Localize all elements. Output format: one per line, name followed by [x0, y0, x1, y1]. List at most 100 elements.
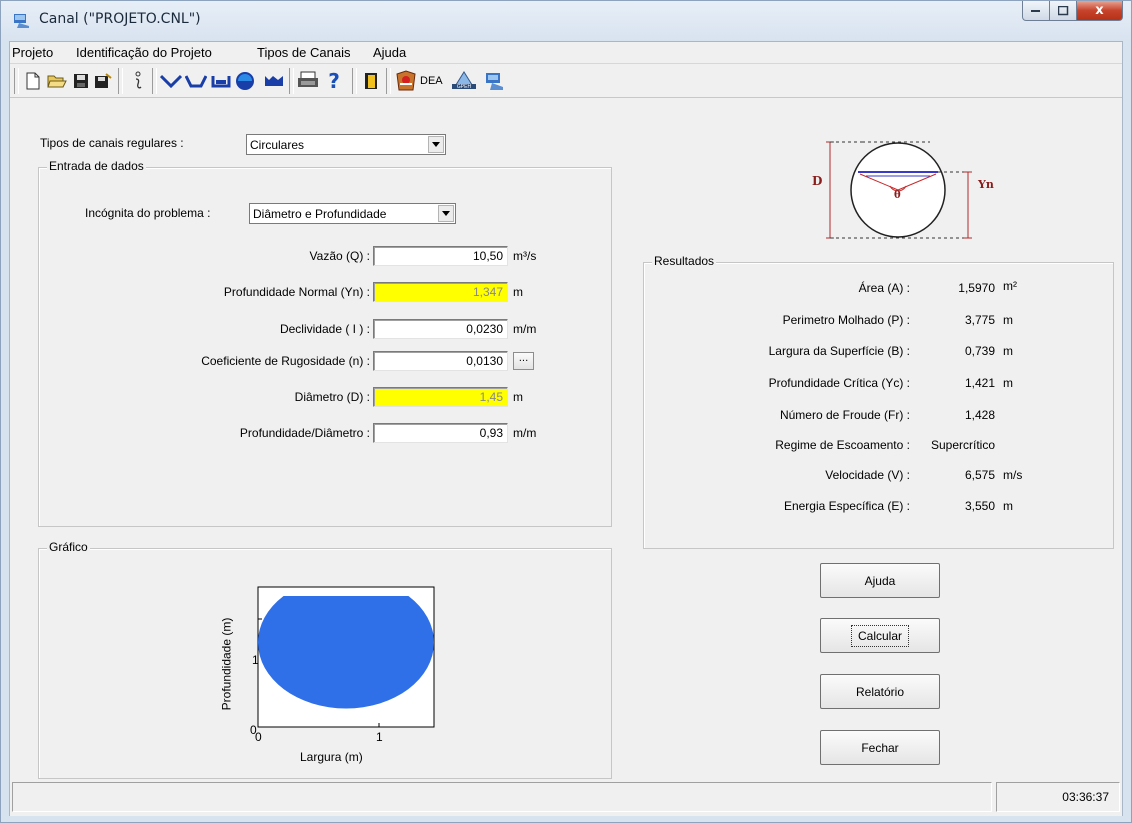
result-velocity-unit: m/s [1003, 468, 1023, 482]
results-group-title: Resultados [652, 254, 717, 268]
result-area-value: 1,5970 [958, 281, 995, 295]
app-logo-icon[interactable] [484, 70, 506, 92]
graph-group-title: Gráfico [47, 540, 90, 554]
print-icon[interactable] [297, 70, 319, 92]
result-froude-label: Número de Froude (Fr) : [779, 408, 910, 422]
result-surface-width-value: 0,739 [964, 344, 995, 358]
menu-bar: Projeto Identificação do Projeto Tipos d… [10, 42, 1122, 64]
circular-channel-icon[interactable] [234, 70, 256, 92]
result-critical-depth-unit: m [1003, 376, 1013, 390]
window-title: Canal ("PROJETO.CNL") [39, 11, 201, 27]
slope-input[interactable]: 0,0230 [373, 319, 508, 339]
roughness-label: Coeficiente de Rugosidade (n) : [201, 354, 370, 368]
slope-unit: m/m [513, 322, 537, 336]
client-area: Projeto Identificação do Projeto Tipos d… [9, 41, 1123, 816]
close-window-button[interactable]: x [1077, 1, 1123, 21]
y-axis-label: Profundidade (m) [219, 617, 234, 711]
result-froude-value: 1,428 [964, 408, 995, 422]
menu-projeto[interactable]: Projeto [12, 45, 53, 60]
help-button[interactable]: Ajuda [820, 563, 940, 598]
channel-type-value: Circulares [250, 138, 305, 152]
app-window: Canal ("PROJETO.CNL") x Projeto Identifi… [0, 0, 1132, 823]
unknown-select[interactable]: Diâmetro e Profundidade [249, 203, 456, 224]
depth-ratio-input[interactable]: 0,93 [373, 423, 508, 443]
trapezoidal-channel-icon[interactable] [185, 70, 207, 92]
toolbar-separator [386, 68, 391, 94]
app-icon [13, 12, 31, 28]
result-velocity-label: Velocidade (V) : [825, 468, 910, 482]
menu-tipos-de-canais[interactable]: Tipos de Canais [257, 45, 350, 60]
diameter-input[interactable]: 1,45 [373, 387, 508, 407]
close-button[interactable]: Fechar [820, 730, 940, 765]
channel-type-label: Tipos de canais regulares : [40, 136, 184, 150]
x-axis-label: Largura (m) [300, 750, 363, 764]
x-tick-label: 0 [255, 730, 262, 744]
result-surface-width-unit: m [1003, 344, 1013, 358]
diameter-label: Diâmetro (D) : [294, 390, 370, 404]
depth-ratio-unit: m/m [513, 426, 537, 440]
menu-ajuda[interactable]: Ajuda [373, 45, 406, 60]
exit-door-icon[interactable] [360, 70, 382, 92]
maximize-button[interactable] [1050, 1, 1077, 21]
new-file-icon[interactable] [22, 70, 44, 92]
report-button-label: Relatório [855, 684, 905, 699]
rectangular-channel-icon[interactable] [210, 70, 232, 92]
result-surface-width-label: Largura da Superfície (B) : [768, 344, 910, 358]
status-time: 03:36:37 [1062, 790, 1109, 804]
status-bar: 03:36:37 [10, 780, 1122, 816]
chevron-down-icon[interactable] [428, 136, 444, 153]
x-tick-label: 1 [376, 730, 383, 744]
result-perimeter-label: Perimetro Molhado (P) : [782, 313, 910, 327]
title-bar[interactable]: Canal ("PROJETO.CNL") x [1, 1, 1131, 41]
roughness-browse-button[interactable]: ... [513, 352, 534, 370]
info-icon[interactable] [126, 70, 148, 92]
geeh-logo-icon[interactable]: GPEH [450, 70, 478, 92]
geeh-logo-text: GPEH [457, 84, 472, 90]
diagram-label-theta: θ [894, 190, 901, 201]
normal-depth-input[interactable]: 1,347 [373, 282, 508, 302]
result-critical-depth-value: 1,421 [964, 376, 995, 390]
result-velocity-value: 6,575 [964, 468, 995, 482]
depth-ratio-label: Profundidade/Diâmetro : [239, 426, 370, 440]
result-area-unit: m² [1003, 279, 1017, 293]
minimize-button[interactable] [1022, 1, 1050, 21]
result-regime-value: Supercrítico [930, 438, 995, 452]
help-button-label: Ajuda [864, 573, 896, 588]
toolbar-separator [152, 68, 157, 94]
diagram-label-d: D [812, 174, 823, 188]
result-area-label: Área (A) : [858, 281, 910, 295]
open-folder-icon[interactable] [46, 70, 68, 92]
slope-label: Declividade ( I ) : [279, 322, 370, 336]
close-button-label: Fechar [861, 740, 899, 755]
triangular-channel-icon[interactable] [160, 70, 182, 92]
result-critical-depth-label: Profundidade Crítica (Yc) : [768, 376, 910, 390]
roughness-input[interactable]: 0,0130 [373, 351, 508, 371]
result-energy-value: 3,550 [964, 499, 995, 513]
unknown-label: Incógnita do problema : [85, 206, 211, 220]
result-perimeter-unit: m [1003, 313, 1013, 327]
save-as-icon[interactable] [92, 70, 114, 92]
help-question-icon[interactable]: ? [323, 69, 345, 93]
flow-label: Vazão (Q) : [309, 249, 370, 263]
toolbar-separator [289, 68, 294, 94]
status-panel-time: 03:36:37 [996, 782, 1120, 812]
channel-type-select[interactable]: Circulares [246, 134, 446, 155]
diagram-label-yn: Yn [978, 178, 994, 191]
menu-identificacao[interactable]: Identificação do Projeto [76, 45, 212, 60]
normal-depth-unit: m [513, 285, 523, 299]
normal-depth-label: Profundidade Normal (Yn) : [223, 285, 370, 299]
irregular-channel-icon[interactable] [263, 70, 285, 92]
save-disk-icon[interactable] [70, 70, 92, 92]
toolbar: ? DEA GPEH [10, 64, 1122, 98]
calculate-button-label: Calcular [850, 624, 909, 647]
flow-input[interactable]: 10,50 [373, 246, 508, 266]
section-plot-svg [257, 586, 435, 728]
university-logo-icon[interactable] [394, 70, 416, 92]
report-button[interactable]: Relatório [820, 674, 940, 709]
y-tick-label: 1 [252, 653, 259, 667]
dea-logo-icon[interactable]: DEA [420, 70, 450, 92]
calculate-button[interactable]: Calcular [820, 618, 940, 653]
status-panel-main [12, 782, 992, 812]
chevron-down-icon[interactable] [438, 205, 454, 222]
flow-unit: m³/s [513, 249, 537, 263]
